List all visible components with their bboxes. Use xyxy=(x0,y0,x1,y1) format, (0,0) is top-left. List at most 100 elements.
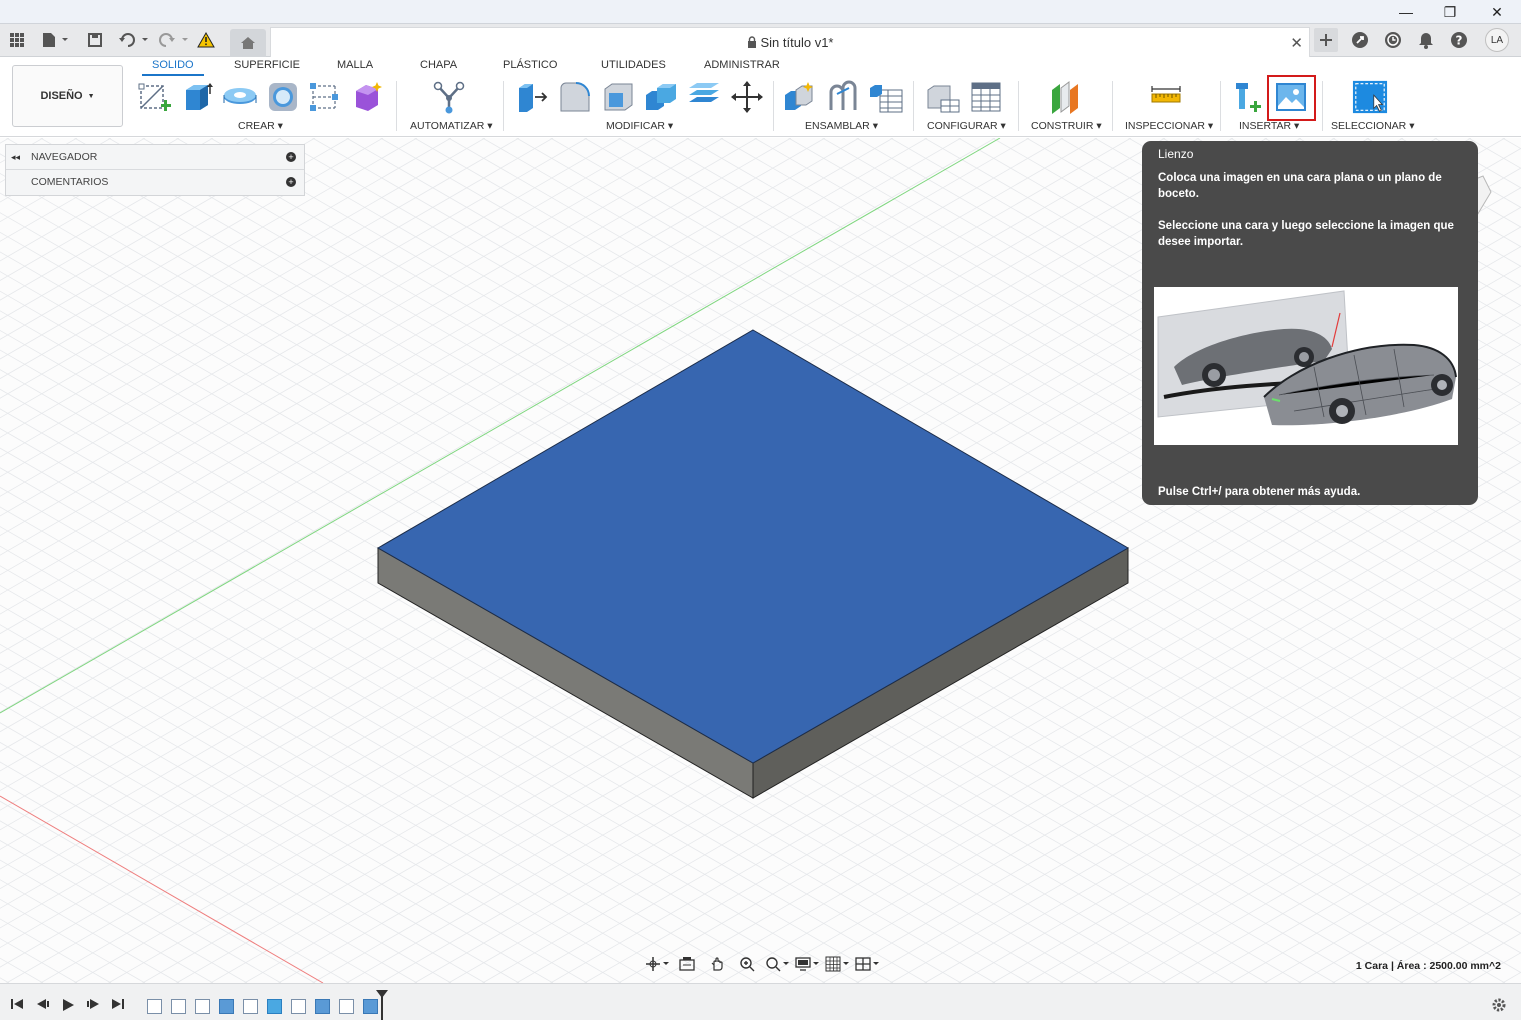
navigation-toolbar xyxy=(644,953,880,975)
tab-plastico[interactable]: PLÁSTICO xyxy=(503,59,557,71)
group-automatizar[interactable]: AUTOMATIZAR ▾ xyxy=(410,120,492,132)
close-tab-button[interactable]: ✕ xyxy=(1290,34,1303,52)
group-ensamblar[interactable]: ENSAMBLAR ▾ xyxy=(805,120,878,132)
play-icon[interactable] xyxy=(61,998,75,1015)
insert-derive-icon[interactable] xyxy=(1230,79,1266,115)
redo-icon[interactable] xyxy=(156,28,192,52)
zoom-window-icon[interactable] xyxy=(764,954,790,974)
timeline-extrude-feature[interactable] xyxy=(219,999,234,1014)
grid-settings-icon[interactable] xyxy=(824,954,850,974)
save-icon[interactable] xyxy=(83,28,107,52)
bill-of-materials-icon[interactable] xyxy=(868,79,904,115)
tab-chapa[interactable]: CHAPA xyxy=(420,59,457,71)
shell-icon[interactable] xyxy=(600,79,636,115)
minimize-button[interactable]: — xyxy=(1383,0,1429,24)
group-crear[interactable]: CREAR ▾ xyxy=(238,120,283,132)
selection-status: 1 Cara | Área : 2500.00 mm^2 xyxy=(1355,960,1501,972)
group-crear-label: CREAR xyxy=(238,120,275,132)
tab-malla[interactable]: MALLA xyxy=(337,59,373,71)
timeline-sketch-feature[interactable] xyxy=(171,999,186,1014)
pan-icon[interactable] xyxy=(704,954,730,974)
revolve-icon[interactable] xyxy=(222,79,258,115)
file-menu-icon[interactable] xyxy=(38,28,72,52)
document-tab[interactable]: Sin título v1* ✕ xyxy=(270,27,1310,57)
close-window-button[interactable]: ✕ xyxy=(1474,0,1520,24)
loft-icon[interactable] xyxy=(306,79,342,115)
step-back-icon[interactable] xyxy=(36,998,50,1013)
restore-button[interactable]: ❐ xyxy=(1427,0,1473,24)
timeline-settings-gear-icon[interactable] xyxy=(1491,997,1507,1017)
home-tab[interactable] xyxy=(230,29,266,57)
workspace-switcher[interactable]: DISEÑO ▼ xyxy=(12,65,123,127)
timeline-extrude-feature[interactable] xyxy=(363,999,378,1014)
configuration-table-icon[interactable] xyxy=(968,79,1004,115)
timeline-sketch-feature[interactable] xyxy=(339,999,354,1014)
navigator-row[interactable]: ◂◂ NAVEGADOR + xyxy=(6,145,304,170)
new-component-icon[interactable] xyxy=(782,79,818,115)
create-sketch-icon[interactable] xyxy=(136,79,172,115)
comments-row[interactable]: COMENTARIOS + xyxy=(6,170,304,195)
x-axis-line xyxy=(0,795,324,983)
undo-icon[interactable] xyxy=(116,28,152,52)
user-avatar[interactable]: LA xyxy=(1485,28,1509,52)
group-construir-label: CONSTRUIR xyxy=(1031,120,1094,132)
notifications-icon[interactable] xyxy=(1414,28,1438,52)
viewports-icon[interactable] xyxy=(854,954,880,974)
tooltip-preview-image xyxy=(1154,287,1458,445)
display-settings-icon[interactable] xyxy=(794,954,820,974)
application-header: Sin título v1* ✕ ? LA xyxy=(0,24,1521,57)
configure-icon[interactable] xyxy=(925,79,961,115)
group-seleccionar[interactable]: SELECCIONAR ▾ xyxy=(1331,120,1414,132)
history-icon[interactable] xyxy=(1381,28,1405,52)
add-navigator-icon[interactable]: + xyxy=(286,152,296,162)
group-separator xyxy=(913,81,914,131)
create-form-icon[interactable] xyxy=(350,79,386,115)
group-modificar-label: MODIFICAR xyxy=(606,120,665,132)
timeline-sketch-feature[interactable] xyxy=(195,999,210,1014)
timeline-sketch-feature[interactable] xyxy=(147,999,162,1014)
joint-icon[interactable] xyxy=(825,79,861,115)
combine-icon[interactable] xyxy=(643,79,679,115)
extrude-icon[interactable] xyxy=(179,79,215,115)
timeline-sketch-feature[interactable] xyxy=(243,999,258,1014)
timeline-canvas-feature[interactable] xyxy=(267,999,282,1014)
group-inspeccionar[interactable]: INSPECCIONAR ▾ xyxy=(1125,120,1213,132)
press-pull-icon[interactable] xyxy=(514,79,550,115)
group-configurar[interactable]: CONFIGURAR ▾ xyxy=(927,120,1006,132)
zoom-icon[interactable] xyxy=(734,954,760,974)
automate-icon[interactable] xyxy=(431,79,467,115)
tab-administrar[interactable]: ADMINISTRAR xyxy=(704,59,780,71)
offset-face-icon[interactable] xyxy=(686,79,722,115)
plus-icon[interactable] xyxy=(1314,28,1338,52)
orbit-icon[interactable] xyxy=(644,954,670,974)
add-comment-icon[interactable]: + xyxy=(286,177,296,187)
selected-face xyxy=(376,329,1130,764)
timeline-extrude-feature[interactable] xyxy=(315,999,330,1014)
help-icon[interactable]: ? xyxy=(1447,28,1471,52)
caret-down-icon: ▼ xyxy=(87,92,95,100)
look-at-icon[interactable] xyxy=(674,954,700,974)
go-to-start-icon[interactable] xyxy=(10,998,24,1013)
extensions-icon[interactable] xyxy=(1348,28,1372,52)
select-icon[interactable] xyxy=(1352,79,1388,115)
tab-utilidades[interactable]: UTILIDADES xyxy=(601,59,666,71)
timeline-sketch-feature[interactable] xyxy=(291,999,306,1014)
measure-icon[interactable] xyxy=(1148,79,1184,115)
warning-icon[interactable] xyxy=(194,28,218,52)
go-to-end-icon[interactable] xyxy=(111,998,125,1013)
group-modificar[interactable]: MODIFICAR ▾ xyxy=(606,120,673,132)
fillet-icon[interactable] xyxy=(557,79,593,115)
tab-solido[interactable]: SOLIDO xyxy=(142,59,204,76)
group-construir[interactable]: CONSTRUIR ▾ xyxy=(1031,120,1102,132)
document-title-text: Sin título v1* xyxy=(760,35,834,50)
group-insertar[interactable]: INSERTAR ▾ xyxy=(1239,120,1299,132)
timeline-marker-handle[interactable] xyxy=(376,990,388,998)
step-forward-icon[interactable] xyxy=(86,998,100,1013)
collapse-icon[interactable]: ◂◂ xyxy=(11,145,20,169)
group-separator xyxy=(1018,81,1019,131)
grid-icon[interactable] xyxy=(5,28,29,52)
offset-plane-icon[interactable] xyxy=(1047,79,1083,115)
move-icon[interactable] xyxy=(729,79,765,115)
sweep-icon[interactable] xyxy=(265,79,301,115)
tab-superficie[interactable]: SUPERFICIE xyxy=(234,59,300,71)
